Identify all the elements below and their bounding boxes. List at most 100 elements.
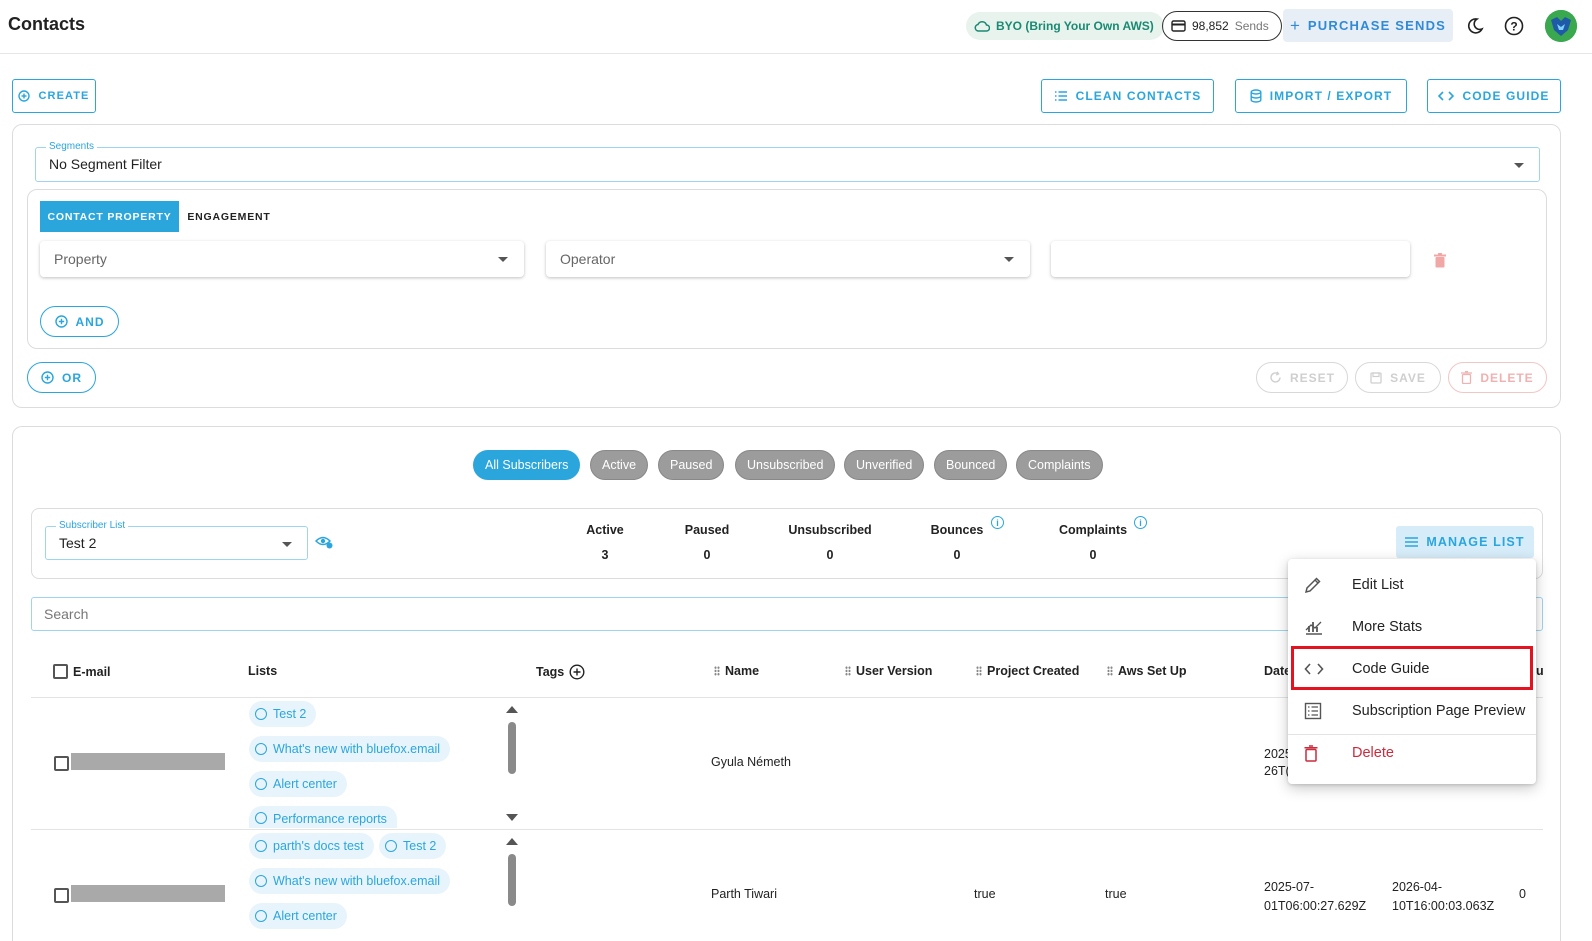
menu-item-subscription-page-preview[interactable]: Subscription Page Preview <box>1288 690 1536 732</box>
plus-icon: + <box>1289 15 1300 35</box>
list-tag[interactable]: What's new with bluefox.email <box>249 868 451 894</box>
segments-select[interactable]: Segments No Segment Filter <box>35 141 1540 182</box>
trash-icon <box>1288 744 1352 762</box>
filter-card: Segments No Segment Filter CONTACT PROPE… <box>12 124 1561 408</box>
circle-icon <box>255 743 267 755</box>
save-label: SAVE <box>1390 370 1426 385</box>
reset-button[interactable]: RESET <box>1256 362 1348 393</box>
sends-label: Sends <box>1234 19 1269 33</box>
list-tag[interactable]: parth's docs test <box>249 833 374 859</box>
delete-segment-button[interactable]: DELETE <box>1448 362 1547 393</box>
add-tag-icon[interactable] <box>569 664 585 680</box>
purchase-sends-button[interactable]: + PURCHASE SENDS <box>1283 9 1453 42</box>
list-tag[interactable]: Alert center <box>249 903 347 929</box>
list-tag-label: Performance reports <box>273 812 387 826</box>
sends-badge[interactable]: 98,852 Sends <box>1162 11 1282 41</box>
stat-complaints-value: 0 <box>1089 548 1097 562</box>
tab-engagement-label: ENGAGEMENT <box>187 210 271 223</box>
manage-list-button[interactable]: MANAGE LIST <box>1396 526 1534 558</box>
status-filter-all[interactable]: All Subscribers <box>473 450 581 480</box>
dark-mode-toggle-icon[interactable] <box>1463 14 1487 38</box>
stat-complaints-label: Complaints <box>1058 523 1128 537</box>
list-tag[interactable]: What's new with bluefox.email <box>249 736 451 762</box>
status-filter-unverified[interactable]: Unverified <box>844 450 925 480</box>
save-button[interactable]: SAVE <box>1355 362 1441 393</box>
column-header-user-version[interactable]: User Version <box>845 664 932 678</box>
or-button[interactable]: OR <box>27 362 96 393</box>
code-icon <box>1438 91 1455 101</box>
card-icon <box>1171 20 1186 32</box>
select-all-checkbox[interactable] <box>53 664 68 679</box>
import-export-button[interactable]: IMPORT / EXPORT <box>1235 79 1407 113</box>
scroll-up-icon[interactable] <box>506 838 518 845</box>
menu-item-edit-list[interactable]: Edit List <box>1288 564 1536 606</box>
drag-handle-icon[interactable] <box>714 666 720 676</box>
subscriber-list-select[interactable]: Subscriber List Test 2 <box>45 520 308 560</box>
clean-contacts-button[interactable]: CLEAN CONTACTS <box>1041 79 1214 113</box>
segments-value: No Segment Filter <box>49 156 162 172</box>
status-filter-active-label: Active <box>602 458 637 472</box>
menu-item-more-stats-label: More Stats <box>1352 619 1423 635</box>
status-filter-bounced[interactable]: Bounced <box>934 450 1008 480</box>
reset-label: RESET <box>1289 370 1335 385</box>
create-button[interactable]: CREATE <box>12 79 96 113</box>
menu-item-subscription-page-preview-label: Subscription Page Preview <box>1352 703 1526 719</box>
drag-handle-icon[interactable] <box>845 666 851 676</box>
visibility-settings-icon[interactable] <box>315 535 333 549</box>
cell-date-line2: 01T06:00:27.629Z <box>1264 899 1367 913</box>
code-guide-button[interactable]: CODE GUIDE <box>1427 79 1561 113</box>
operator-placeholder: Operator <box>560 251 616 267</box>
bounces-info-icon[interactable]: i <box>991 516 1004 529</box>
cell-date-2: 2026-04- 10T16:00:03.063Z <box>1392 878 1494 916</box>
stat-unsubscribed-value: 0 <box>826 548 834 562</box>
segments-legend: Segments <box>46 141 98 152</box>
complaints-info-icon[interactable]: i <box>1134 516 1147 529</box>
stat-paused-label: Paused <box>684 523 730 537</box>
cell-aws-set-up: true <box>1105 887 1127 901</box>
list-tag[interactable]: Test 2 <box>379 833 447 859</box>
list-tag[interactable]: Test 2 <box>249 701 317 727</box>
drag-handle-icon[interactable] <box>976 666 982 676</box>
column-header-lists[interactable]: Lists <box>248 664 277 678</box>
list-tag[interactable]: Performance reports <box>249 806 397 828</box>
byo-badge[interactable]: BYO (Bring Your Own AWS) <box>966 12 1164 40</box>
help-icon[interactable]: ? <box>1502 14 1526 38</box>
stats-icon <box>1288 618 1352 636</box>
status-filter-paused[interactable]: Paused <box>658 450 725 480</box>
column-header-tags[interactable]: Tags <box>536 664 585 680</box>
menu-item-delete[interactable]: Delete <box>1288 732 1536 774</box>
column-header-project-created[interactable]: Project Created <box>976 664 1079 678</box>
menu-item-more-stats[interactable]: More Stats <box>1288 606 1536 648</box>
row-checkbox[interactable] <box>54 888 69 903</box>
operator-select[interactable]: Operator <box>546 241 1030 277</box>
subscriber-list-legend: Subscriber List <box>56 520 129 531</box>
tab-contact-property[interactable]: CONTACT PROPERTY <box>40 201 179 232</box>
lists-scrollbar[interactable] <box>508 854 516 906</box>
list-tag[interactable]: Alert center <box>249 771 347 797</box>
circle-icon <box>255 910 267 922</box>
status-filter-complaints[interactable]: Complaints <box>1016 450 1103 480</box>
column-aws-set-up-label: Aws Set Up <box>1118 664 1187 678</box>
circle-icon <box>385 840 397 852</box>
trash-icon[interactable] <box>1434 253 1446 268</box>
and-button[interactable]: AND <box>40 306 119 337</box>
plus-circle-icon <box>54 315 68 328</box>
column-header-aws-set-up[interactable]: Aws Set Up <box>1107 664 1187 678</box>
avatar[interactable] <box>1545 10 1577 42</box>
scroll-up-icon[interactable] <box>506 706 518 713</box>
manage-list-menu: Edit List More Stats Code Guide Subscrip… <box>1288 559 1536 784</box>
cell-name: Gyula Németh <box>711 755 791 769</box>
preview-icon <box>1288 702 1352 720</box>
status-filter-active[interactable]: Active <box>590 450 649 480</box>
row-checkbox[interactable] <box>54 756 69 771</box>
scroll-down-icon[interactable] <box>506 814 518 821</box>
tab-engagement[interactable]: ENGAGEMENT <box>179 201 279 232</box>
column-header-email[interactable]: E-mail <box>53 664 111 679</box>
plus-circle-icon <box>18 90 31 102</box>
column-header-name[interactable]: Name <box>714 664 759 678</box>
lists-scrollbar[interactable] <box>508 722 516 774</box>
status-filter-unsubscribed[interactable]: Unsubscribed <box>735 450 836 480</box>
value-input[interactable] <box>1051 241 1410 277</box>
property-select[interactable]: Property <box>40 241 524 277</box>
drag-handle-icon[interactable] <box>1107 666 1113 676</box>
